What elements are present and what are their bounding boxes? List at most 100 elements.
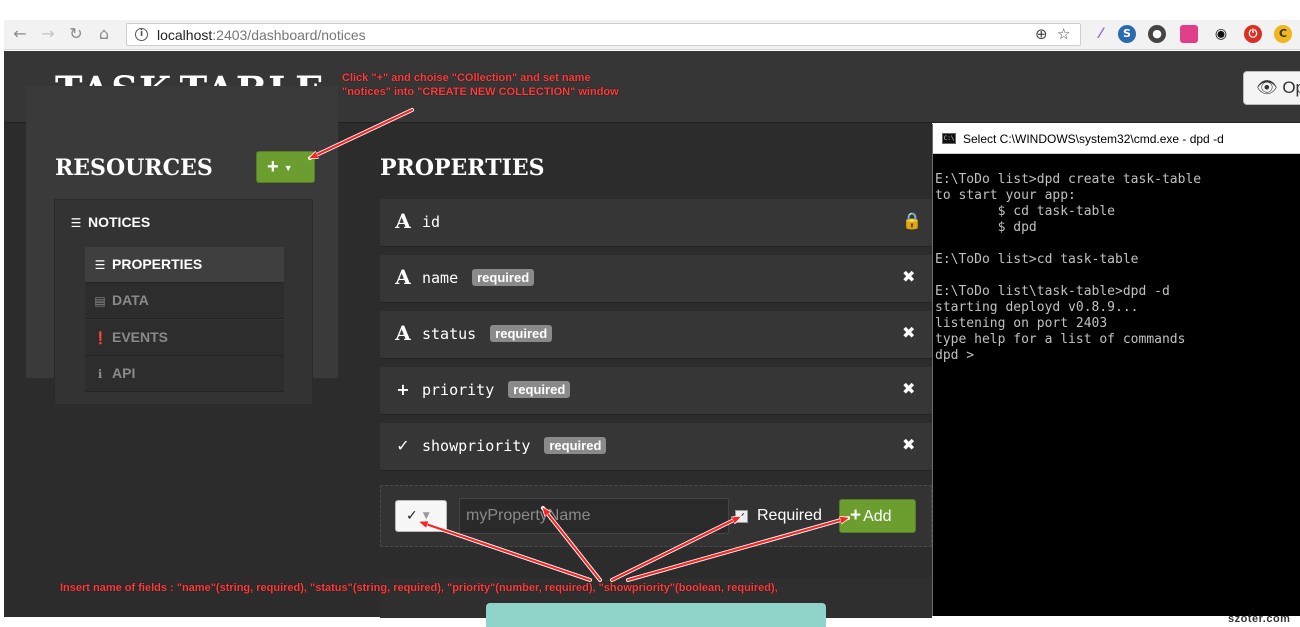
screenshot-root: ← → ↻ ⌂ i localhost:2403/dashboard/notic… bbox=[0, 0, 1300, 627]
zoom-icon[interactable]: ⊕ bbox=[1035, 25, 1048, 43]
annotation-bottom: Insert name of fields : "name"(string, r… bbox=[60, 582, 778, 594]
tree-item-label: API bbox=[112, 365, 136, 381]
required-label: Required bbox=[757, 507, 822, 524]
add-property-button[interactable]: + Add bbox=[839, 499, 916, 533]
extension-power-icon[interactable]: ⏻ bbox=[1244, 25, 1262, 43]
cmd-line: $ cd task-table bbox=[935, 204, 1116, 219]
property-name-text: name bbox=[422, 269, 459, 287]
property-name-text: id bbox=[422, 213, 441, 231]
tree-item-data[interactable]: ▤ DATA bbox=[85, 283, 284, 319]
number-type-icon: + bbox=[396, 380, 410, 399]
cmd-titlebar[interactable]: C:\ Select C:\WINDOWS\system32\cmd.exe -… bbox=[933, 124, 1300, 154]
add-resource-button[interactable]: + ▼ bbox=[256, 151, 315, 183]
string-type-icon: A bbox=[395, 265, 411, 289]
url-path: :2403/dashboard/notices bbox=[212, 27, 366, 43]
home-icon[interactable]: ⌂ bbox=[94, 24, 114, 44]
list-icon: ☰ bbox=[70, 216, 82, 230]
remove-icon[interactable]: ✖ bbox=[902, 379, 915, 398]
property-row-priority[interactable]: + priority required ✖ bbox=[380, 367, 932, 415]
property-row-showpriority[interactable]: ✓ showpriority required ✖ bbox=[380, 423, 932, 471]
property-name: status required bbox=[422, 325, 553, 343]
cmd-line: E:\ToDo list>dpd create task-table bbox=[935, 172, 1202, 187]
required-badge: required bbox=[544, 437, 607, 454]
tree-item-label: DATA bbox=[112, 292, 149, 308]
remove-icon[interactable]: ✖ bbox=[902, 323, 915, 342]
tree-item-events[interactable]: ❗ EVENTS bbox=[85, 320, 284, 356]
cmd-prompt[interactable]: dpd > bbox=[935, 348, 1201, 364]
property-row-status[interactable]: A status required ✖ bbox=[380, 311, 932, 359]
browser-toolbar: ← → ↻ ⌂ i localhost:2403/dashboard/notic… bbox=[4, 20, 1300, 50]
url-text: localhost:2403/dashboard/notices bbox=[157, 27, 366, 43]
back-icon[interactable]: ← bbox=[10, 24, 30, 44]
extension-c-icon[interactable]: C bbox=[1274, 25, 1292, 43]
cmd-window: C:\ Select C:\WINDOWS\system32\cmd.exe -… bbox=[932, 124, 1300, 616]
property-row-name[interactable]: A name required ✖ bbox=[380, 255, 932, 303]
alert-icon: ❗ bbox=[93, 331, 108, 345]
annotation-top-line1: Click "+" and choise "COllection" and se… bbox=[342, 72, 591, 84]
required-badge: required bbox=[508, 381, 571, 398]
property-name: name required bbox=[422, 269, 535, 287]
teal-panel-edge bbox=[486, 603, 826, 627]
extension-pink-icon[interactable] bbox=[1180, 25, 1198, 43]
property-name: id bbox=[422, 213, 440, 231]
cmd-line: starting deployd v0.8.9... bbox=[935, 300, 1139, 315]
open-button-label: Op bbox=[1282, 78, 1300, 97]
address-bar[interactable]: i localhost:2403/dashboard/notices ⊕ ☆ bbox=[126, 23, 1081, 46]
cmd-line: to start your app: bbox=[935, 188, 1076, 203]
tree-item-label: EVENTS bbox=[112, 329, 169, 345]
tree-item-api[interactable]: ℹ API bbox=[85, 356, 284, 392]
info-icon[interactable]: i bbox=[135, 28, 148, 41]
table-icon: ▤ bbox=[94, 294, 106, 308]
property-name: showpriority required bbox=[422, 437, 607, 455]
required-badge: required bbox=[472, 269, 535, 286]
resource-notices[interactable]: ☰ NOTICES bbox=[69, 214, 151, 230]
new-property-row: ✓▼ ✓ Required +Add bbox=[380, 485, 932, 547]
tree-item-properties[interactable]: ☰ PROPERTIES bbox=[85, 247, 284, 283]
cmd-line bbox=[935, 268, 1201, 284]
add-button-label: Add bbox=[863, 508, 892, 525]
plus-icon: + bbox=[267, 156, 279, 178]
required-checkbox[interactable]: ✓ bbox=[735, 510, 748, 523]
resources-title: RESOURCES bbox=[55, 155, 213, 181]
eye-icon: 👁 bbox=[1256, 78, 1278, 98]
window-top-strip bbox=[0, 0, 1300, 20]
required-badge: required bbox=[490, 325, 553, 342]
cmd-line: E:\ToDo list>cd task-table bbox=[935, 252, 1139, 267]
boolean-type-icon: ✓ bbox=[396, 436, 410, 455]
info-icon: ℹ bbox=[97, 367, 103, 381]
lock-icon: 🔒 bbox=[902, 211, 922, 230]
star-icon[interactable]: ☆ bbox=[1057, 25, 1070, 43]
annotation-top-line2: "notices" into "CREATE NEW COLLECTION" w… bbox=[342, 86, 619, 98]
property-name-input[interactable] bbox=[459, 498, 729, 534]
cmd-line: E:\ToDo list\task-table>dpd -d bbox=[935, 284, 1170, 299]
property-name-text: showpriority bbox=[422, 437, 531, 455]
string-type-icon: A bbox=[395, 321, 411, 345]
resource-tree: ☰ NOTICES ☰ PROPERTIES ▤ DATA ❗ EVENTS ℹ API bbox=[54, 199, 313, 405]
tree-item-label: PROPERTIES bbox=[112, 256, 203, 272]
extension-eye-icon[interactable]: ◉ bbox=[1212, 25, 1230, 43]
property-row-id[interactable]: A id 🔒 bbox=[380, 199, 932, 247]
remove-icon[interactable]: ✖ bbox=[902, 267, 915, 286]
list-icon: ☰ bbox=[94, 258, 106, 272]
caret-down-icon: ▼ bbox=[283, 162, 293, 173]
extension-feather-icon[interactable]: ⁄ bbox=[1092, 25, 1110, 43]
property-name-text: status bbox=[422, 325, 477, 343]
url-host: localhost bbox=[157, 27, 213, 43]
extension-chat-icon[interactable]: ● bbox=[1148, 25, 1166, 43]
string-type-icon: A bbox=[395, 209, 411, 233]
property-name: priority required bbox=[422, 381, 571, 399]
property-type-select[interactable]: ✓ ▼ bbox=[395, 500, 447, 532]
cmd-output: E:\ToDo list>dpd create task-table to st… bbox=[935, 172, 1201, 364]
resource-notices-label: NOTICES bbox=[88, 214, 151, 230]
plus-icon: + bbox=[850, 505, 862, 526]
forward-icon[interactable]: → bbox=[38, 24, 58, 44]
extension-s-icon[interactable]: S bbox=[1118, 25, 1136, 43]
property-name-text: priority bbox=[422, 381, 495, 399]
reload-icon[interactable]: ↻ bbox=[66, 24, 86, 44]
properties-title: PROPERTIES bbox=[380, 155, 545, 181]
cmd-line: $ dpd bbox=[935, 220, 1037, 235]
caret-down-icon: ▼ bbox=[422, 511, 430, 521]
remove-icon[interactable]: ✖ bbox=[902, 435, 915, 454]
cmd-line: type help for a list of commands bbox=[935, 332, 1186, 347]
open-button[interactable]: 👁 Op bbox=[1243, 71, 1300, 105]
